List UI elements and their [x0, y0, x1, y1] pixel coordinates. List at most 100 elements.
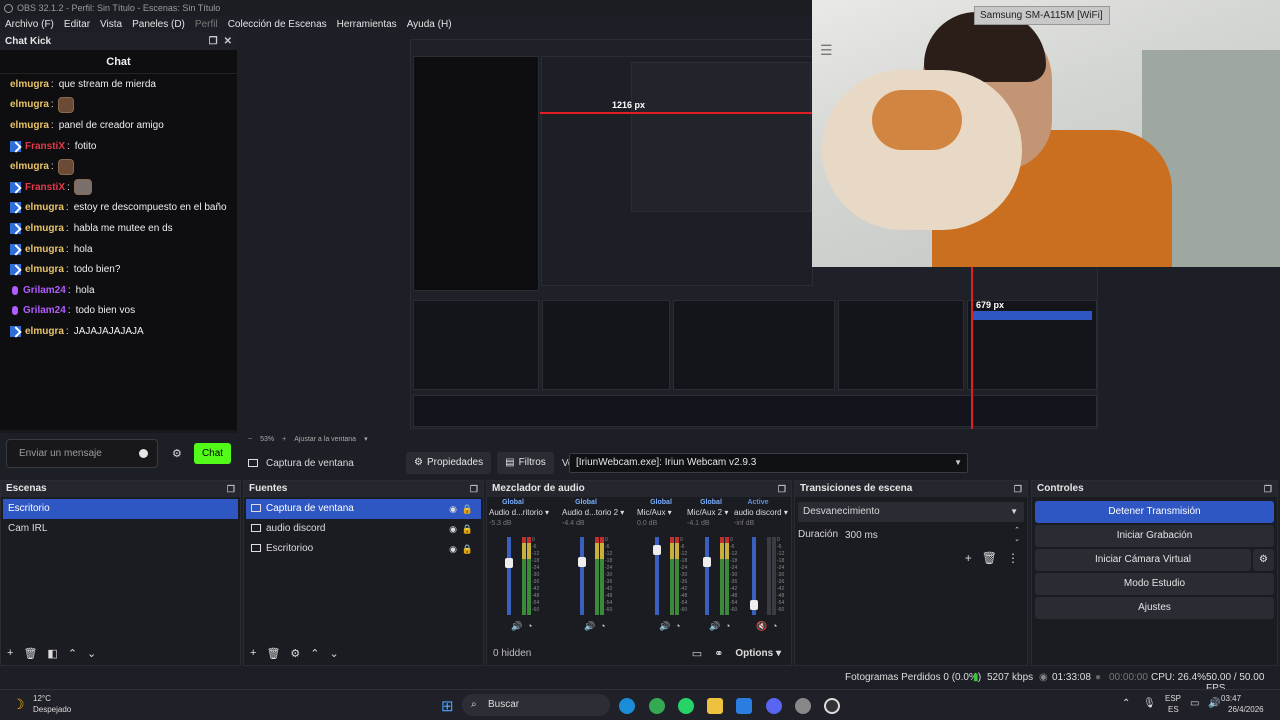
chat-username[interactable]: elmugra: [10, 99, 49, 110]
edge-icon[interactable]: [619, 698, 635, 714]
lang-primary[interactable]: ESP: [1165, 694, 1181, 703]
scene-item[interactable]: Escritorio: [3, 499, 238, 519]
virtual-camera-settings-gear-icon[interactable]: ⚙: [1253, 549, 1274, 571]
trash-icon[interactable]: 🗑: [266, 647, 280, 660]
speaker-icon[interactable]: 🔊: [511, 621, 522, 632]
windows-start-icon[interactable]: ⊞: [441, 697, 454, 715]
chevron-down-icon[interactable]: ▾: [665, 508, 672, 517]
lock-icon[interactable]: 🔒: [462, 519, 473, 539]
monitor-headphones-icon[interactable]: ◔: [527, 621, 532, 631]
menu-tools[interactable]: Herramientas: [332, 16, 402, 33]
clock-time[interactable]: 03:47: [1221, 694, 1241, 703]
chevron-down-icon[interactable]: ▾: [543, 508, 549, 517]
chat-username[interactable]: elmugra: [10, 120, 49, 131]
tray-chevron-icon[interactable]: ⌃: [1122, 698, 1130, 709]
float-icon[interactable]: ❐: [209, 36, 218, 47]
menu-view[interactable]: Vista: [95, 16, 127, 33]
stop-stream-button[interactable]: Detener Transmisión: [1035, 501, 1274, 523]
chat-message-input[interactable]: Enviar un mensaje: [6, 439, 158, 468]
studio-mode-button[interactable]: Modo Estudio: [1035, 573, 1274, 595]
chevron-down-icon[interactable]: ▾: [782, 508, 788, 517]
channel-name[interactable]: Mic/Aux 2 ▾: [687, 508, 735, 520]
chat-username[interactable]: Grilam24: [23, 285, 66, 296]
chat-username[interactable]: elmugra: [25, 326, 64, 337]
add-icon[interactable]: +: [965, 551, 972, 565]
start-virtual-camera-button[interactable]: Iniciar Cámara Virtual: [1035, 549, 1251, 571]
layout-icon[interactable]: ▭: [692, 647, 702, 660]
clock-date[interactable]: 26/4/2026: [1228, 705, 1264, 714]
scene-item[interactable]: Cam IRL: [3, 519, 238, 539]
chat-settings-gear-icon[interactable]: ⚙: [172, 447, 182, 460]
menu-profile[interactable]: Perfil: [190, 16, 223, 33]
speaker-icon[interactable]: 🔊: [584, 621, 595, 632]
lock-icon[interactable]: 🔒: [462, 499, 473, 519]
channel-name[interactable]: Audio d...ritorio ▾: [489, 508, 549, 520]
channel-name[interactable]: audio discord ▾: [734, 508, 788, 520]
taskbar-search[interactable]: Buscar: [462, 694, 610, 716]
mixer-options-button[interactable]: Options ▾: [735, 648, 781, 659]
zoom-out-icon[interactable]: −: [248, 436, 252, 443]
zoom-in-icon[interactable]: +: [282, 436, 286, 443]
eye-icon[interactable]: ◉: [449, 519, 457, 539]
menu-scene-collection[interactable]: Colección de Escenas: [223, 16, 332, 33]
chat-username[interactable]: elmugra: [25, 202, 64, 213]
network-icon[interactable]: ▭: [1190, 698, 1199, 709]
eye-icon[interactable]: ◉: [449, 499, 457, 519]
monitor-headphones-icon[interactable]: ◔: [772, 621, 777, 631]
volume-fader-knob[interactable]: [653, 545, 661, 556]
move-down-icon[interactable]: ⌄: [87, 647, 96, 660]
close-icon[interactable]: ✕: [224, 36, 232, 47]
zoom-fit-label[interactable]: Ajustar a la ventana: [294, 436, 356, 443]
properties-button[interactable]: ⚙ Propiedades: [406, 452, 492, 474]
chat-username[interactable]: elmugra: [25, 223, 64, 234]
discord-icon[interactable]: [766, 698, 782, 714]
monitor-headphones-icon[interactable]: ◔: [675, 621, 680, 631]
volume-fader-knob[interactable]: [750, 600, 758, 610]
source-item[interactable]: Captura de ventana ◉ 🔒: [246, 499, 481, 519]
mail-icon[interactable]: [736, 698, 752, 714]
chat-send-button[interactable]: Chat: [194, 443, 231, 464]
file-explorer-icon[interactable]: [707, 698, 723, 714]
settings-button[interactable]: Ajustes: [1035, 597, 1274, 619]
float-icon[interactable]: ❐: [227, 481, 235, 497]
eye-icon[interactable]: ◉: [449, 539, 457, 559]
monitor-headphones-icon[interactable]: ◔: [725, 621, 730, 631]
chrome-icon[interactable]: [649, 698, 665, 714]
lock-icon[interactable]: 🔒: [462, 539, 473, 559]
link-icon[interactable]: ⚭: [714, 647, 723, 660]
chat-username[interactable]: elmugra: [25, 264, 64, 275]
source-item[interactable]: Escritorioo ◉ 🔒: [246, 539, 481, 559]
chat-username[interactable]: elmugra: [10, 79, 49, 90]
gear-icon[interactable]: ⚙: [290, 647, 300, 660]
move-up-icon[interactable]: ⌃: [310, 647, 319, 660]
chevron-down-icon[interactable]: ▾: [722, 508, 728, 517]
menu-docks[interactable]: Paneles (D): [127, 16, 190, 33]
float-icon[interactable]: ❐: [1014, 481, 1022, 497]
channel-name[interactable]: Audio d...torio 2 ▾: [562, 508, 624, 520]
move-down-icon[interactable]: ⌄: [330, 647, 339, 660]
window-select[interactable]: [IriunWebcam.exe]: Iriun Webcam v2.9.3 ▼: [569, 453, 968, 473]
obs-icon[interactable]: [824, 698, 840, 714]
speaker-icon[interactable]: 🔊: [659, 621, 670, 632]
chevron-down-icon[interactable]: ▾: [618, 508, 624, 517]
start-recording-button[interactable]: Iniciar Grabación: [1035, 525, 1274, 547]
filter-icon[interactable]: ◧: [47, 647, 57, 660]
chat-username[interactable]: FranstiX: [25, 141, 65, 152]
menu-file[interactable]: Archivo (F): [0, 16, 59, 33]
lang-secondary[interactable]: ES: [1168, 705, 1179, 714]
volume-fader-knob[interactable]: [578, 556, 586, 567]
float-icon[interactable]: ❐: [470, 481, 478, 497]
more-icon[interactable]: ⋮: [1007, 551, 1019, 565]
move-up-icon[interactable]: ⌃: [68, 647, 77, 660]
volume-icon[interactable]: 🔊: [1208, 698, 1220, 709]
speaker-icon[interactable]: 🔊: [709, 621, 720, 632]
emoji-icon[interactable]: [139, 449, 148, 458]
filters-button[interactable]: ▤ Filtros: [497, 452, 554, 474]
volume-fader-knob[interactable]: [505, 558, 513, 568]
microphone-icon[interactable]: 🎙: [1143, 698, 1156, 709]
trash-icon[interactable]: 🗑: [982, 551, 997, 565]
add-icon[interactable]: +: [250, 647, 256, 659]
menu-help[interactable]: Ayuda (H): [402, 16, 457, 33]
channel-name[interactable]: Mic/Aux ▾: [637, 508, 685, 520]
spin-icon[interactable]: ⌃ ⌄: [1014, 526, 1020, 544]
